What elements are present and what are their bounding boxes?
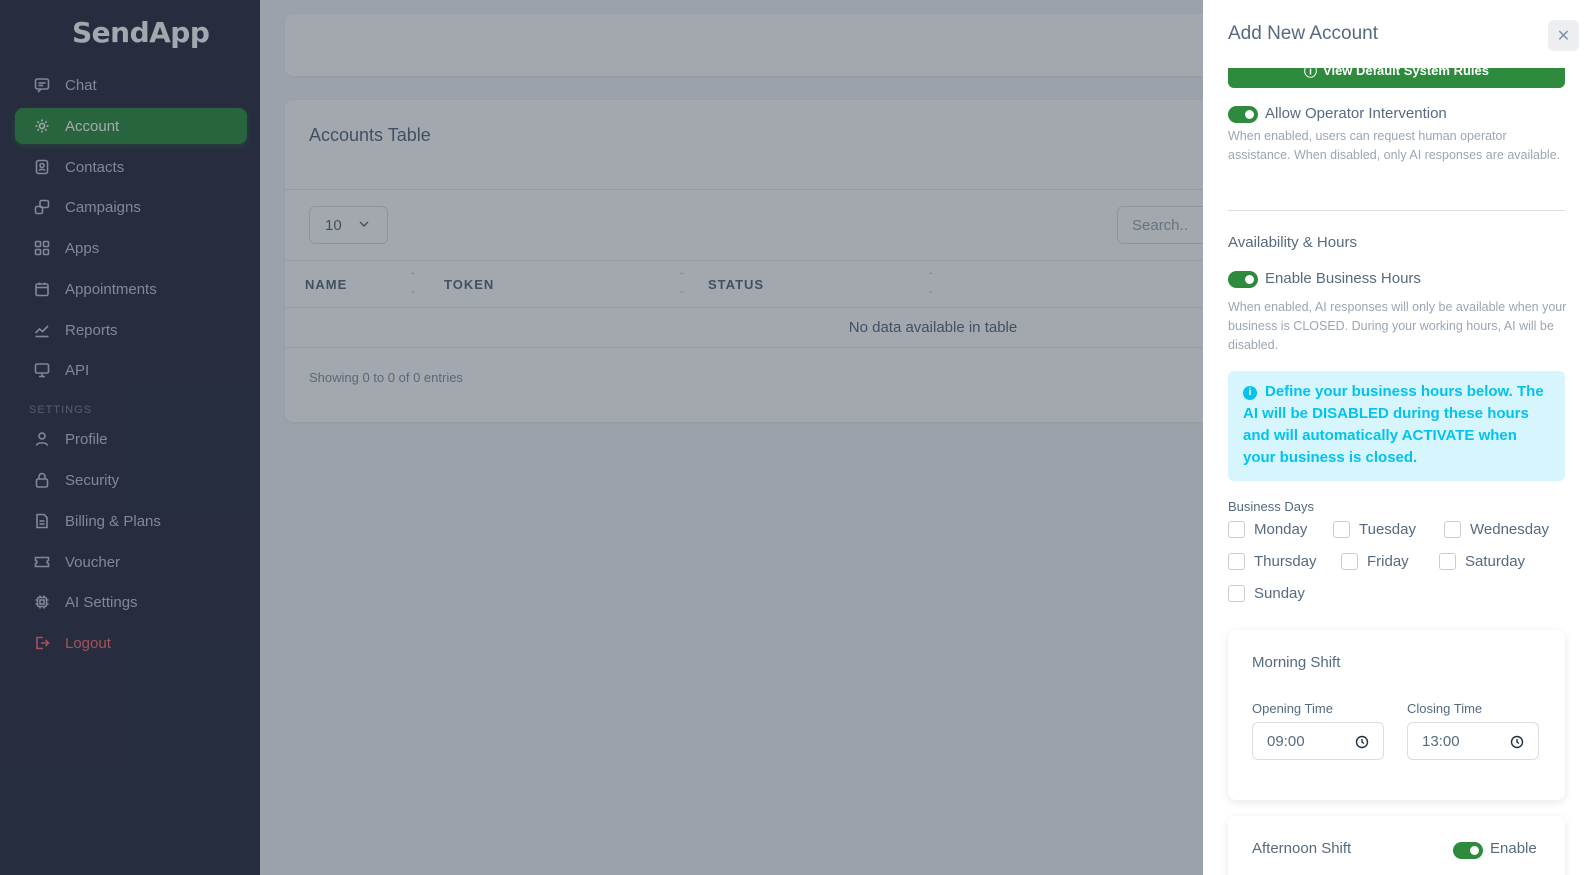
opening-time-label: Opening Time — [1252, 701, 1333, 716]
business-hours-info-alert: i Define your business hours below. The A… — [1228, 371, 1565, 481]
day-label: Sunday — [1254, 585, 1305, 602]
operator-intervention-label: Allow Operator Intervention — [1265, 105, 1447, 122]
day-checkbox-friday[interactable]: Friday — [1341, 553, 1409, 570]
closing-time-input[interactable]: 13:00 — [1407, 722, 1539, 760]
operator-intervention-toggle[interactable] — [1228, 106, 1258, 123]
panel-title: Add New Account — [1228, 23, 1378, 44]
view-default-rules-button[interactable]: ⓘ View Default System Rules — [1228, 68, 1565, 88]
day-label: Saturday — [1465, 553, 1526, 570]
clock-icon[interactable] — [1510, 735, 1524, 749]
info-icon: i — [1243, 386, 1257, 400]
afternoon-shift-enable-label: Enable — [1490, 840, 1537, 857]
day-checkbox-monday[interactable]: Monday — [1228, 521, 1307, 538]
closing-time-value: 13:00 — [1422, 732, 1460, 750]
info-text: Define your business hours below. The AI… — [1243, 383, 1544, 466]
divider — [1228, 210, 1565, 211]
checkbox[interactable] — [1341, 553, 1358, 570]
day-checkbox-tuesday[interactable]: Tuesday — [1333, 521, 1416, 538]
checkbox[interactable] — [1439, 553, 1456, 570]
day-checkbox-wednesday[interactable]: Wednesday — [1444, 521, 1549, 538]
opening-time-input[interactable]: 09:00 — [1252, 722, 1384, 760]
checkbox[interactable] — [1228, 553, 1245, 570]
checkbox[interactable] — [1228, 521, 1245, 538]
day-checkbox-thursday[interactable]: Thursday — [1228, 553, 1317, 570]
day-label: Thursday — [1254, 553, 1317, 570]
afternoon-shift-toggle[interactable] — [1453, 842, 1483, 859]
closing-time-label: Closing Time — [1407, 701, 1483, 716]
day-label: Tuesday — [1359, 521, 1416, 538]
opening-time-value: 09:00 — [1267, 732, 1305, 750]
morning-shift-card: Morning Shift Opening Time 09:00 Closing… — [1228, 630, 1565, 800]
business-hours-label: Enable Business Hours — [1265, 270, 1421, 287]
business-hours-toggle[interactable] — [1228, 271, 1258, 288]
button-label: View Default System Rules — [1323, 68, 1489, 78]
business-days-label: Business Days — [1228, 499, 1314, 514]
day-label: Friday — [1367, 553, 1409, 570]
availability-heading: Availability & Hours — [1228, 234, 1357, 251]
clock-icon[interactable] — [1355, 735, 1369, 749]
operator-intervention-hint: When enabled, users can request human op… — [1228, 129, 1561, 162]
day-label: Wednesday — [1470, 521, 1549, 538]
afternoon-shift-title: Afternoon Shift — [1252, 840, 1352, 857]
morning-shift-title: Morning Shift — [1252, 654, 1341, 671]
panel-body[interactable]: ⓘ View Default System Rules Allow Operat… — [1203, 68, 1590, 875]
info-circle-icon: ⓘ — [1304, 68, 1318, 79]
afternoon-shift-card: Afternoon Shift Enable — [1228, 816, 1565, 875]
checkbox[interactable] — [1444, 521, 1461, 538]
checkbox[interactable] — [1333, 521, 1350, 538]
day-checkbox-saturday[interactable]: Saturday — [1439, 553, 1525, 570]
close-button[interactable]: ✕ — [1548, 20, 1579, 51]
day-checkbox-sunday[interactable]: Sunday — [1228, 585, 1305, 602]
checkbox[interactable] — [1228, 585, 1245, 602]
day-label: Monday — [1254, 521, 1308, 538]
add-account-panel: Add New Account ✕ ⓘ View Default System … — [1203, 0, 1590, 875]
business-hours-hint: When enabled, AI responses will only be … — [1228, 300, 1567, 352]
close-icon: ✕ — [1556, 27, 1571, 45]
